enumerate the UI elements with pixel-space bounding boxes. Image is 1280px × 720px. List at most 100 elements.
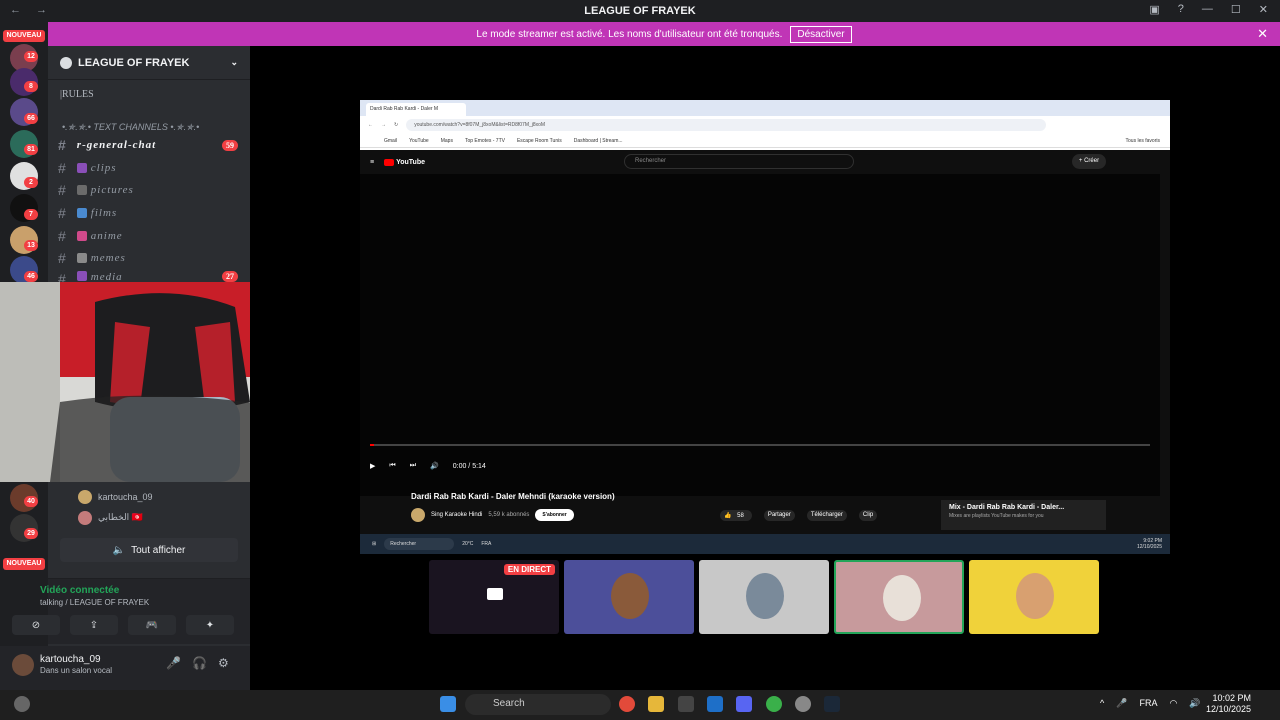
voice-channel[interactable]: talking / LEAGUE OF FRAYEK — [40, 598, 149, 607]
unread-badge: 7 — [24, 209, 38, 220]
chrome-alt-icon[interactable] — [766, 696, 782, 712]
participant-avatar — [1016, 573, 1054, 619]
download-button[interactable]: Télécharger — [806, 510, 847, 521]
mention-badge: 59 — [222, 139, 238, 151]
taskbar-search[interactable]: Search — [465, 694, 611, 715]
share-button[interactable]: Partager — [763, 510, 795, 521]
wifi-icon[interactable]: ◠ — [1169, 698, 1177, 709]
start-icon[interactable] — [440, 696, 456, 712]
volume-icon[interactable]: 🔊 — [430, 462, 439, 470]
voice-user[interactable]: الخطابي 🇹🇳 — [48, 507, 250, 528]
create-button[interactable]: + Créer — [1072, 154, 1106, 169]
time-display: 0:00 / 5:14 — [452, 462, 486, 470]
shared-screen[interactable]: Dardi Rab Rab Kardi - Daler M ← → ↻ yout… — [360, 100, 1170, 554]
bookmark[interactable]: Gmail — [384, 138, 397, 144]
activity-button[interactable]: 🎮 — [128, 615, 176, 635]
chrome-icon[interactable] — [619, 696, 635, 712]
discord-icon[interactable] — [736, 696, 752, 712]
steam-icon[interactable] — [824, 696, 840, 712]
speaking-participant-tile[interactable] — [834, 560, 964, 634]
bookmark[interactable]: Top Emotes - 7TV — [465, 138, 505, 144]
participant-avatar — [746, 573, 784, 619]
menu-icon[interactable]: ≡ — [370, 159, 374, 166]
address-bar[interactable]: youtube.com/watch?v=8f07M_j8xoM&list=RD8… — [406, 119, 1047, 131]
channel-memes[interactable]: # memes — [58, 248, 248, 268]
channel-emoji-icon — [76, 231, 87, 241]
channel-clips[interactable]: # clips — [58, 158, 248, 178]
webcam-tile[interactable] — [564, 560, 694, 634]
widgets-icon[interactable] — [14, 696, 30, 712]
bookmark[interactable]: Dashboard | Stream... — [574, 138, 623, 144]
browser-tab[interactable]: Dardi Rab Rab Kardi - Daler M — [366, 103, 466, 116]
all-bookmarks[interactable]: Tous les favoris — [1126, 138, 1160, 144]
title-bar: ← → LEAGUE OF FRAYEK ▣ ? — ☐ ✕ — [0, 0, 1280, 22]
participant-tile[interactable] — [969, 560, 1099, 634]
reload-icon[interactable]: ↻ — [394, 122, 398, 128]
outlook-icon[interactable] — [707, 696, 723, 712]
headphones-icon[interactable]: 🎧 — [192, 656, 207, 670]
shared-lang: FRA — [481, 541, 492, 547]
volume-icon[interactable]: 🔊 — [1189, 698, 1200, 709]
progress-bar[interactable] — [370, 444, 1150, 446]
inbox-icon[interactable]: ▣ — [1149, 3, 1159, 16]
screen-icon — [487, 588, 503, 600]
forward-icon[interactable]: → — [381, 122, 386, 128]
banner-close-icon[interactable]: ✕ — [1257, 26, 1268, 42]
hash-icon: # — [58, 271, 67, 282]
channel-media[interactable]: # media 27 — [58, 271, 248, 282]
help-icon[interactable]: ? — [1178, 3, 1184, 16]
youtube-logo[interactable]: YouTube — [384, 158, 425, 166]
guild-header[interactable]: LEAGUE OF FRAYEK ⌄ — [48, 46, 250, 80]
store-icon[interactable] — [678, 696, 694, 712]
channel-films[interactable]: # films — [58, 203, 248, 223]
minimize-icon[interactable]: — — [1202, 3, 1213, 16]
avatar[interactable] — [12, 654, 34, 676]
channel-pictures[interactable]: # pictures — [58, 180, 248, 200]
play-icon[interactable]: ▶ — [370, 462, 375, 470]
windows-taskbar — [0, 690, 1280, 720]
close-icon[interactable]: ✕ — [1259, 3, 1268, 16]
taskbar-clock[interactable]: 10:02 PM 12/10/2025 — [1206, 693, 1251, 715]
camera-off-button[interactable]: ⊘ — [12, 615, 60, 635]
subscribe-button[interactable]: S'abonner — [535, 509, 574, 521]
live-stream-tile[interactable]: EN DIRECT — [429, 560, 559, 634]
video-player[interactable] — [360, 174, 1160, 496]
bookmark[interactable]: Maps — [441, 138, 453, 144]
file-explorer-icon[interactable] — [648, 696, 664, 712]
next-icon[interactable]: ⏭ — [410, 462, 416, 470]
mix-panel[interactable]: Mix - Dardi Rab Rab Kardi - Daler... Mix… — [941, 500, 1106, 530]
channel-anime[interactable]: # anime — [58, 226, 248, 246]
disable-button[interactable]: Désactiver — [790, 25, 852, 43]
previous-icon[interactable]: ⏮ — [389, 462, 395, 470]
channel-avatar[interactable] — [411, 508, 425, 522]
video-actions: 👍 58 Partager Télécharger Clip — [720, 510, 878, 521]
user-status: Dans un salon vocal — [40, 666, 113, 675]
category-header[interactable]: •.✯.✯.• TEXT CHANNELS •.✯.✯.• — [62, 122, 199, 133]
like-button[interactable]: 👍 58 — [720, 510, 752, 521]
channel-rules[interactable]: |RULES — [60, 89, 94, 100]
channel-general-chat[interactable]: # r-general-chat 59 — [58, 135, 248, 155]
back-icon[interactable]: ← — [368, 122, 373, 128]
participant-tile[interactable] — [699, 560, 829, 634]
clip-button[interactable]: Clip — [858, 510, 878, 521]
show-all-button[interactable]: 🔈 Tout afficher — [60, 538, 238, 562]
youtube-header: ≡ YouTube Rechercher + Créer — [360, 150, 1170, 174]
voice-user[interactable]: kartoucha_09 — [48, 486, 250, 507]
channel-name[interactable]: Sing Karaoke Hindi — [431, 512, 482, 518]
mic-icon[interactable]: 🎤 — [166, 656, 181, 670]
live-badge: EN DIRECT — [503, 564, 555, 575]
youtube-search-input[interactable]: Rechercher — [624, 154, 854, 169]
tray-mic-icon[interactable]: 🎤 — [1116, 698, 1127, 709]
tray-lang[interactable]: FRA — [1139, 698, 1157, 709]
screen-share-button[interactable]: ⇪ — [70, 615, 118, 635]
chevron-down-icon[interactable]: ⌄ — [230, 57, 238, 68]
tray-chevron-icon[interactable]: ^ — [1100, 698, 1104, 709]
maximize-icon[interactable]: ☐ — [1231, 3, 1241, 16]
gear-icon[interactable]: ⚙ — [218, 656, 229, 670]
soundboard-button[interactable]: ✦ — [186, 615, 234, 635]
voice-status[interactable]: Vidéo connectée — [40, 585, 119, 596]
obs-icon[interactable] — [795, 696, 811, 712]
window-controls: ▣ ? — ☐ ✕ — [1149, 3, 1268, 16]
bookmark[interactable]: Escape Room Tunis — [517, 138, 562, 144]
bookmark[interactable]: YouTube — [409, 138, 429, 144]
